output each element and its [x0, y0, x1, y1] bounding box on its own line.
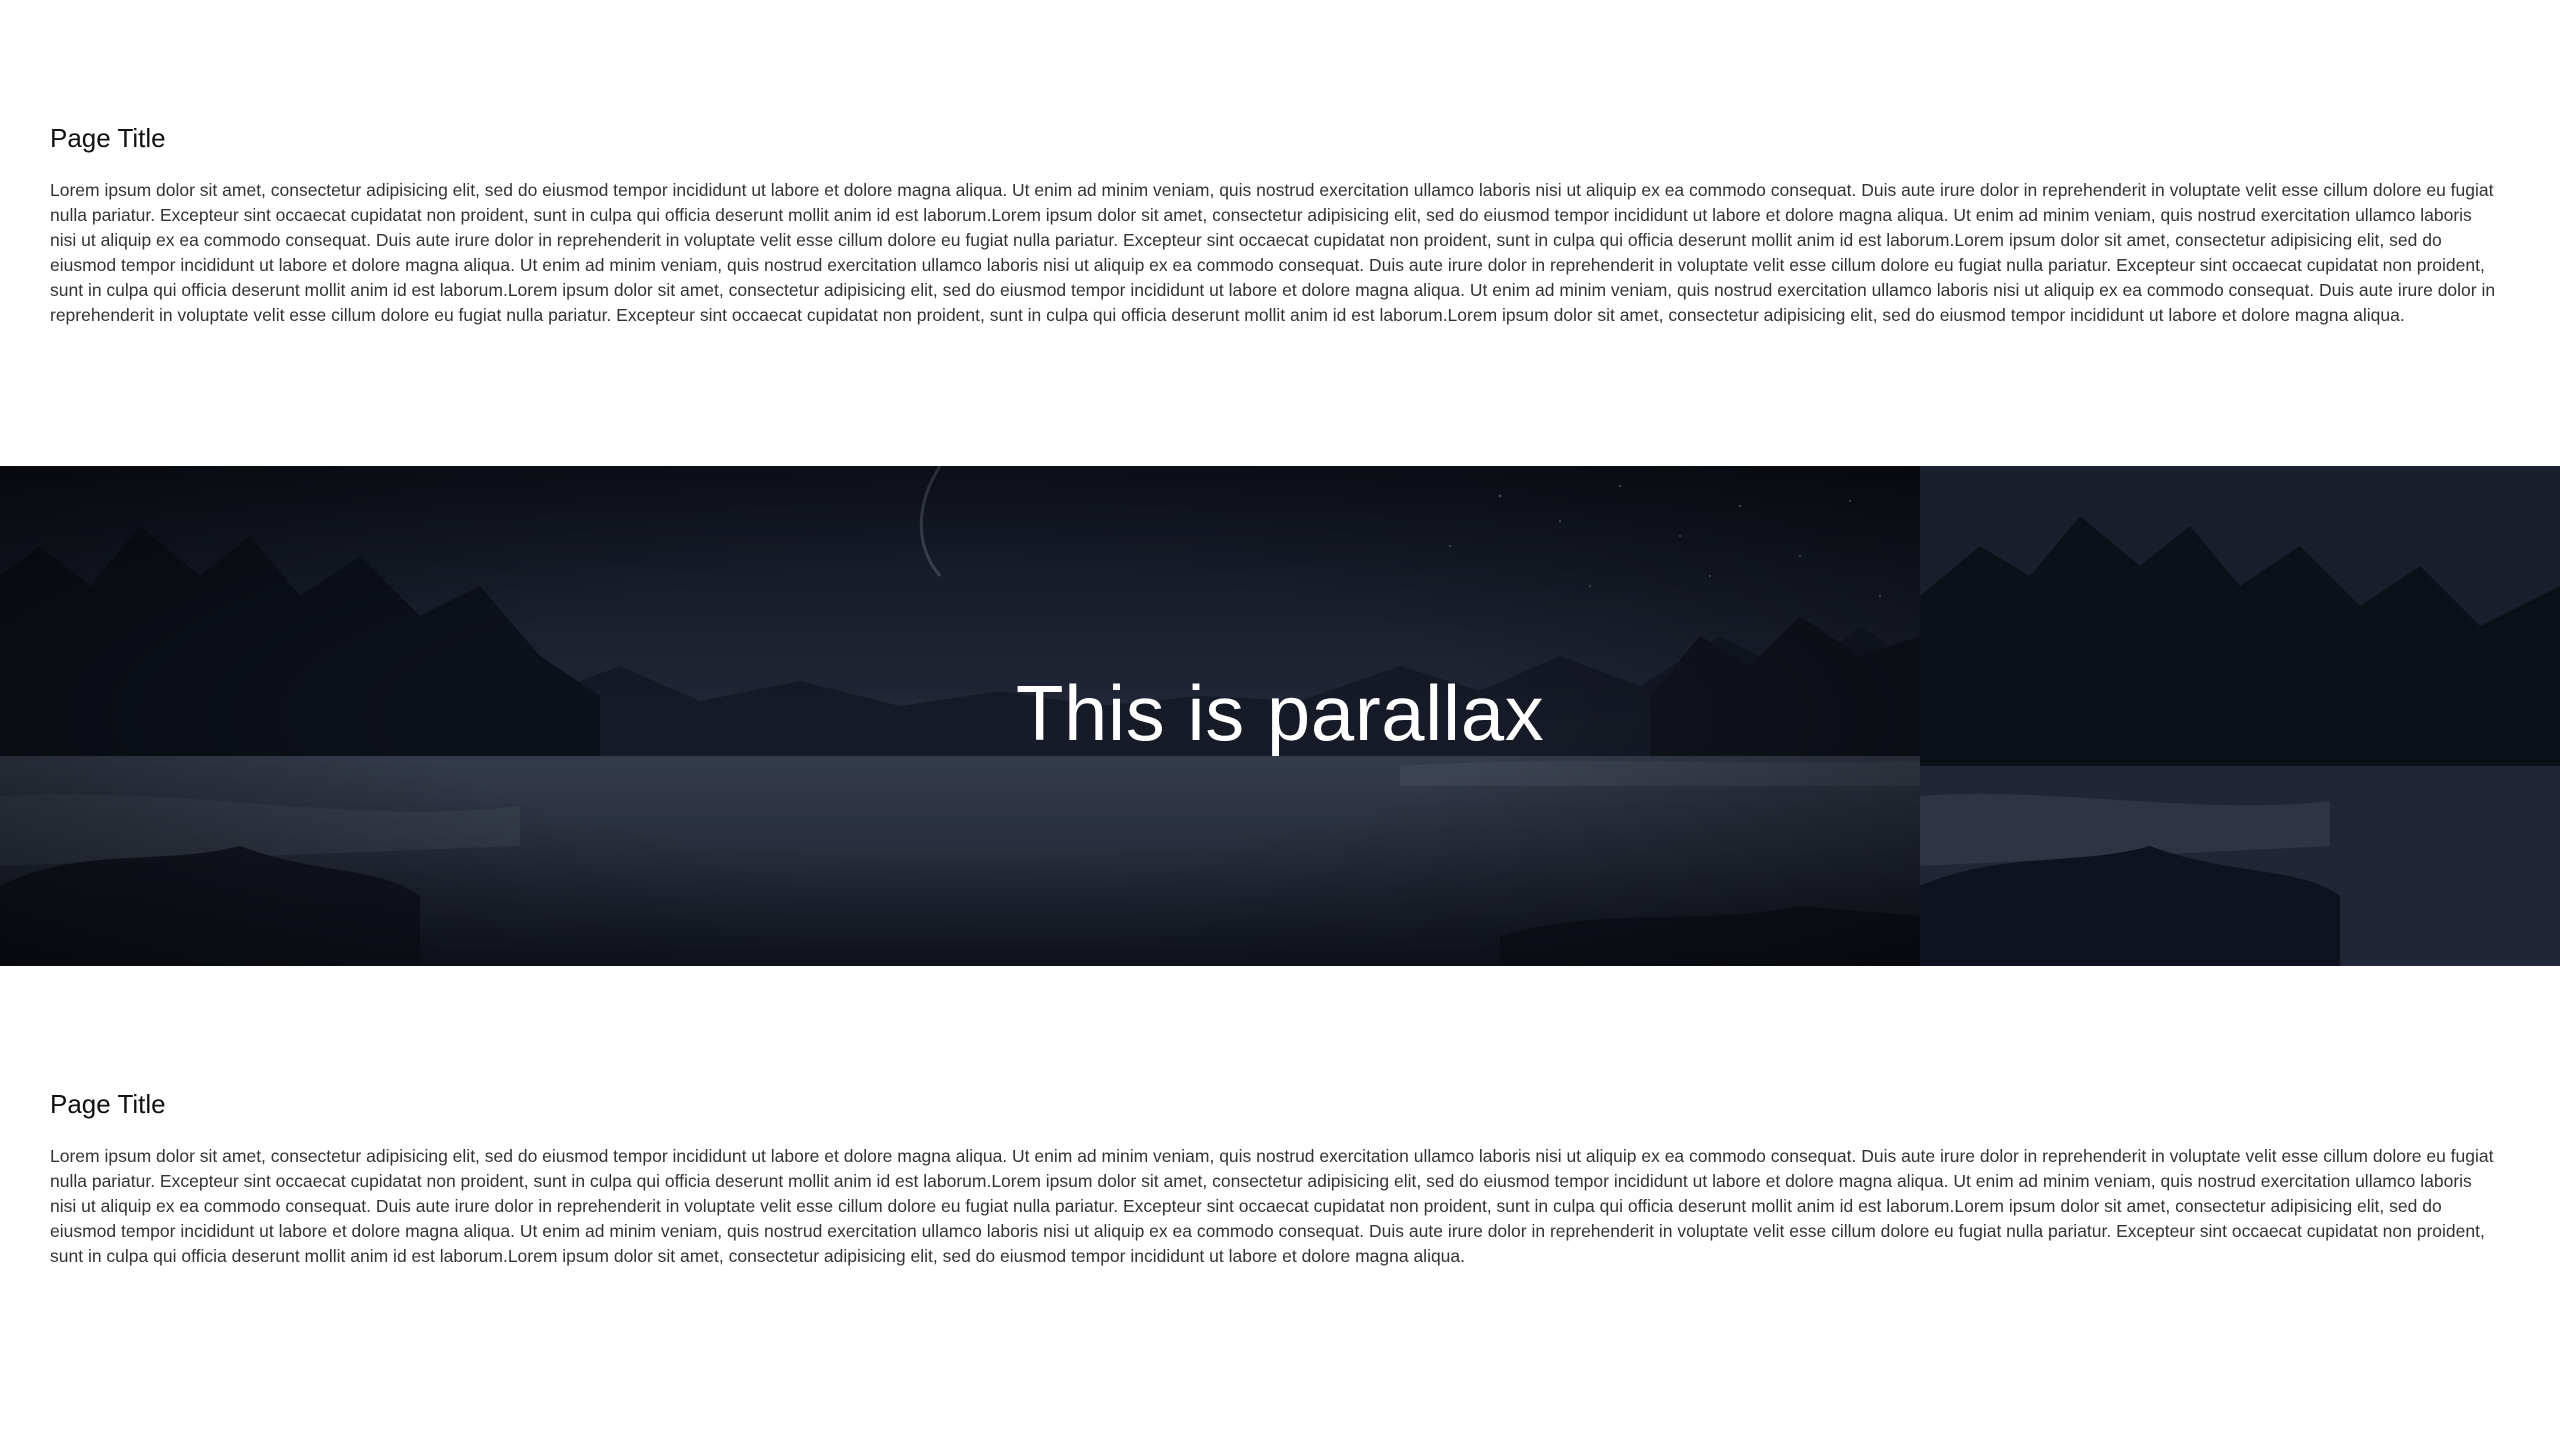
page-title: Page Title [50, 1089, 166, 1119]
content-section-2: Page Title Lorem ipsum dolor sit amet, c… [50, 1084, 2502, 1269]
parallax-heading: This is parallax [1015, 669, 1545, 757]
page-title: Page Title [50, 123, 166, 153]
body-paragraph: Lorem ipsum dolor sit amet, consectetur … [50, 180, 2496, 325]
body-paragraph: Lorem ipsum dolor sit amet, consectetur … [50, 1146, 2494, 1266]
parallax-banner: This is parallax [0, 466, 2560, 966]
content-section-1: Page Title Lorem ipsum dolor sit amet, c… [50, 118, 2502, 328]
